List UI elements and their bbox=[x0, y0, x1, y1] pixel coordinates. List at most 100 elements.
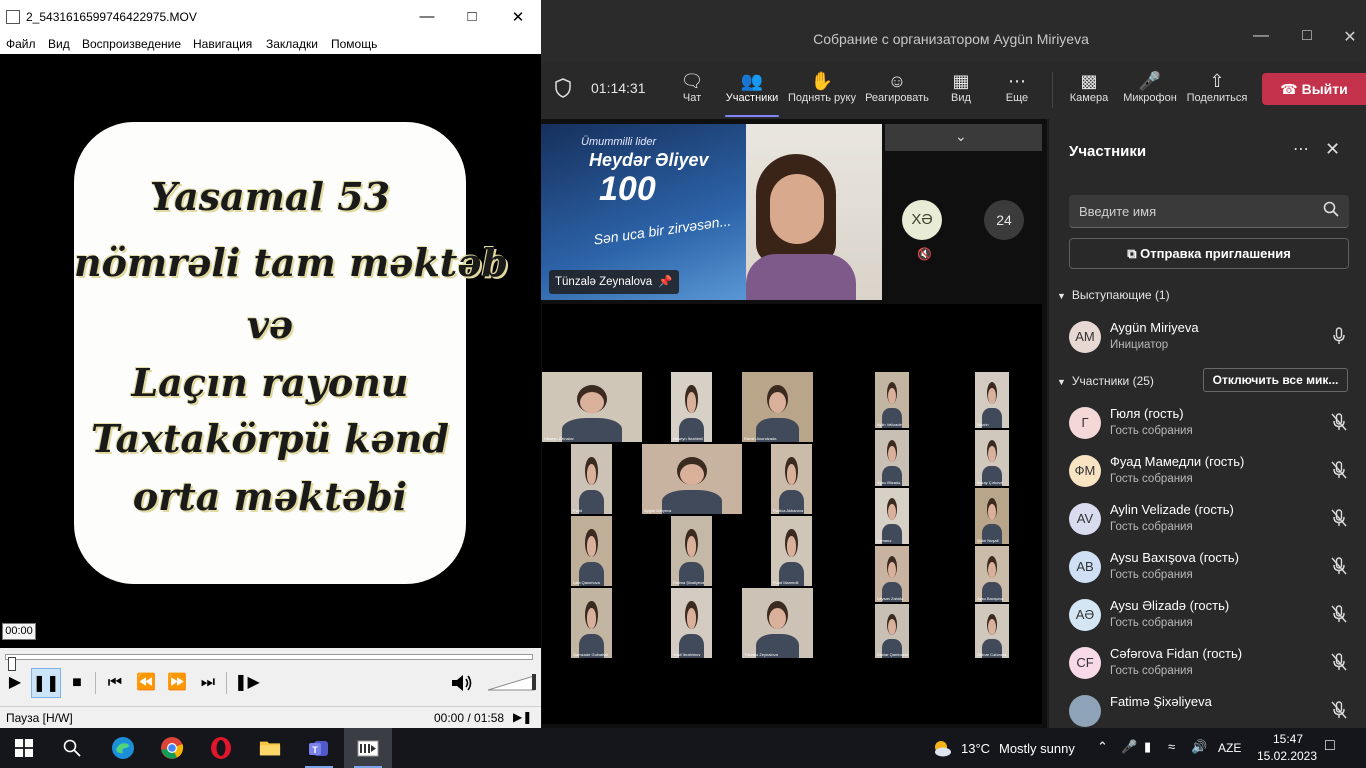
file-explorer-taskbar-button[interactable] bbox=[246, 728, 294, 768]
maximize-icon[interactable]: □ bbox=[457, 8, 487, 25]
menu-file[interactable]: Файл bbox=[6, 37, 36, 51]
forward-button[interactable]: ⏩ bbox=[162, 668, 192, 698]
shared-video-cell-name: Ramin Axundzada bbox=[744, 436, 777, 441]
windows-logo-icon bbox=[15, 739, 33, 757]
mute-all-button[interactable]: Отключить все мик... bbox=[1203, 368, 1348, 392]
toolbar-divider bbox=[1052, 72, 1053, 108]
wifi-icon[interactable]: ≈ bbox=[1168, 739, 1175, 754]
close-icon[interactable]: ✕ bbox=[503, 8, 533, 26]
notification-center-icon[interactable]: □ bbox=[1325, 737, 1335, 755]
video-frame[interactable]: Yasamal 53 nömrəli tam məktəb və Laçın r… bbox=[0, 54, 541, 648]
seek-bar[interactable] bbox=[5, 654, 533, 671]
clock-date[interactable]: 15.02.2023 bbox=[1254, 749, 1320, 763]
leave-button[interactable]: ☎ Выйти bbox=[1262, 73, 1366, 105]
start-button[interactable] bbox=[0, 728, 48, 768]
video-strip-collapsed[interactable]: ⌄ bbox=[885, 124, 1042, 151]
teams-minimize-icon[interactable]: — bbox=[1246, 27, 1276, 45]
participant-row[interactable]: AƏ Aysu Əlizadə (гость) Гость собрания bbox=[1069, 594, 1359, 640]
next-button[interactable]: ⏭ bbox=[193, 668, 223, 698]
weather-sunny-icon[interactable] bbox=[930, 737, 952, 759]
search-taskbar-button[interactable] bbox=[48, 728, 96, 768]
rewind-button[interactable]: ⏪ bbox=[131, 668, 161, 698]
pinned-video-tile[interactable]: Ümummilli lider Heydər Əliyev 100 Sən uc… bbox=[541, 124, 882, 300]
search-icon[interactable] bbox=[1323, 201, 1339, 217]
edge-taskbar-button[interactable] bbox=[99, 728, 147, 768]
mic-off-icon[interactable] bbox=[1331, 701, 1347, 719]
microphone-button[interactable]: 🎤 Микрофон bbox=[1121, 62, 1179, 119]
video-text-line: Laçın rayonu bbox=[131, 360, 409, 405]
playback-status: Пауза [H/W] bbox=[6, 711, 73, 725]
participant-row[interactable]: CF Cəfərova Fidan (гость) Гость собрания bbox=[1069, 642, 1359, 688]
previous-button[interactable]: ⏮ bbox=[100, 668, 130, 698]
input-language[interactable]: AZE bbox=[1218, 741, 1241, 755]
mic-off-icon[interactable] bbox=[1331, 557, 1347, 575]
teams-taskbar-button[interactable]: T bbox=[295, 728, 343, 768]
teams-meeting-window: Собрание с организатором Aygün Miriyeva … bbox=[541, 0, 1366, 728]
participant-search-input[interactable] bbox=[1079, 195, 1319, 227]
view-button[interactable]: ▦ Вид bbox=[941, 62, 981, 119]
participant-row[interactable]: Г Гюля (гость) Гость собрания bbox=[1069, 402, 1359, 448]
playback-status-icon: ▶❚ bbox=[513, 710, 533, 724]
chat-button[interactable]: 🗨 Чат bbox=[671, 62, 713, 119]
opera-taskbar-button[interactable] bbox=[197, 728, 245, 768]
menu-playback[interactable]: Воспроизведение bbox=[82, 37, 181, 51]
battery-icon[interactable]: ▮ bbox=[1144, 739, 1151, 755]
participant-row[interactable]: AB Aysu Baxışova (гость) Гость собрания bbox=[1069, 546, 1359, 592]
shared-video-cell-name: Fuad Mamedli bbox=[773, 580, 799, 585]
chevron-up-icon[interactable]: ⌃ bbox=[1097, 739, 1108, 755]
participant-row[interactable]: AM Aygün Miriyeva Инициатор bbox=[1069, 316, 1359, 362]
view-label: Вид bbox=[951, 92, 971, 104]
weather-temperature[interactable]: 13°C bbox=[961, 741, 990, 756]
mic-off-icon[interactable] bbox=[1331, 509, 1347, 527]
participant-row[interactable]: AV Aylin Velizade (гость) Гость собрания bbox=[1069, 498, 1359, 544]
mic-off-icon[interactable] bbox=[1331, 653, 1347, 671]
smile-icon: ☺ bbox=[887, 71, 907, 91]
more-button[interactable]: ⋯ Еще bbox=[997, 62, 1037, 119]
microphone-icon[interactable] bbox=[1331, 327, 1347, 345]
chevron-down-icon[interactable]: ⌄ bbox=[955, 128, 967, 145]
presenters-section-header[interactable]: ▼ Выступающие (1) bbox=[1057, 288, 1170, 302]
clock-time[interactable]: 15:47 bbox=[1266, 732, 1310, 746]
media-player-taskbar-button[interactable] bbox=[344, 728, 392, 768]
attendees-section-header[interactable]: ▼ Участники (25) bbox=[1057, 374, 1154, 388]
svg-text:T: T bbox=[312, 745, 318, 755]
pause-button[interactable]: ❚❚ bbox=[31, 668, 61, 698]
weather-description[interactable]: Mostly sunny bbox=[999, 741, 1075, 756]
microphone-tray-icon[interactable]: 🎤 bbox=[1121, 739, 1137, 755]
stop-button[interactable]: ■ bbox=[62, 668, 92, 698]
volume-slider[interactable] bbox=[488, 672, 538, 692]
more-participants-count[interactable]: 24 bbox=[984, 200, 1024, 240]
minimize-icon[interactable]: — bbox=[412, 8, 442, 25]
volume-icon[interactable] bbox=[450, 672, 474, 694]
share-button[interactable]: ⇧ Поделиться bbox=[1186, 62, 1248, 119]
teams-maximize-icon[interactable]: □ bbox=[1292, 27, 1322, 45]
media-player-titlebar[interactable]: 2_5431616599746422975.MOV — □ ✕ bbox=[0, 0, 541, 36]
teams-titlebar[interactable]: Собрание с организатором Aygün Miriyeva … bbox=[541, 0, 1366, 62]
mic-off-icon[interactable] bbox=[1331, 605, 1347, 623]
panel-more-icon[interactable]: ⋯ bbox=[1293, 139, 1309, 159]
chrome-taskbar-button[interactable] bbox=[148, 728, 196, 768]
speaker-icon[interactable]: 🔊 bbox=[1191, 739, 1207, 755]
mic-off-icon[interactable] bbox=[1331, 461, 1347, 479]
poster-name: Heydər Əliyev bbox=[589, 150, 709, 170]
participant-search[interactable] bbox=[1069, 195, 1349, 228]
frame-step-button[interactable]: ❚▶ bbox=[232, 668, 262, 698]
play-button[interactable]: ▶ bbox=[0, 668, 30, 698]
video-text-line: Yasamal 53 bbox=[149, 174, 391, 219]
teams-close-icon[interactable]: ✕ bbox=[1335, 27, 1365, 47]
send-invite-button[interactable]: ⧉ Отправка приглашения bbox=[1069, 238, 1349, 269]
menu-view[interactable]: Вид bbox=[48, 37, 70, 51]
shared-video-cell: Gamzade Gulnahar bbox=[571, 588, 612, 658]
participant-avatar-tile[interactable]: XƏ bbox=[902, 200, 942, 240]
menu-bookmarks[interactable]: Закладки bbox=[266, 37, 318, 51]
participants-button[interactable]: 👥 Участники bbox=[723, 62, 781, 119]
camera-button[interactable]: ▩ Камера bbox=[1067, 62, 1111, 119]
menu-help[interactable]: Помощь bbox=[331, 37, 377, 51]
mic-off-icon[interactable] bbox=[1331, 413, 1347, 431]
participant-row[interactable]: ФМ Фуад Мамедли (гость) Гость собрания bbox=[1069, 450, 1359, 496]
shared-video-cell: Hüseyn İbrahimli bbox=[671, 372, 712, 442]
react-button[interactable]: ☺ Реагировать bbox=[863, 62, 931, 119]
menu-navigation[interactable]: Навигация bbox=[193, 37, 252, 51]
panel-close-icon[interactable]: ✕ bbox=[1325, 139, 1340, 160]
raise-hand-button[interactable]: ✋ Поднять руку bbox=[786, 62, 858, 119]
